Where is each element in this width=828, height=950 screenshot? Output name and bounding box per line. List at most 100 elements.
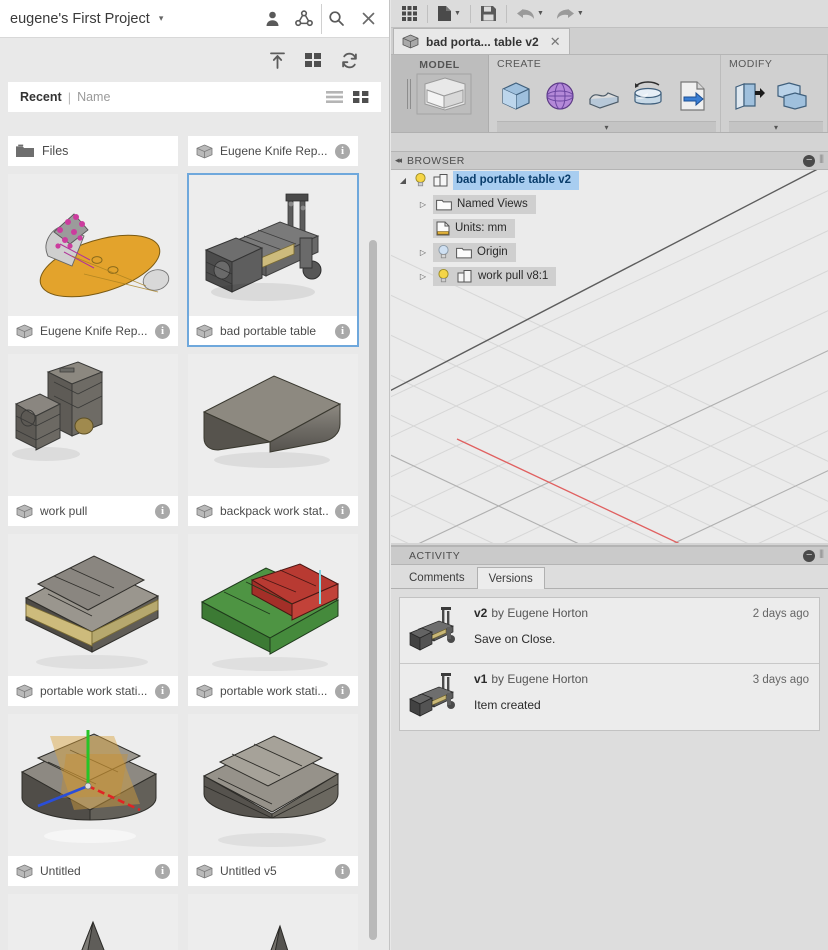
main-area: ▼ ▼ ▼ bad porta... table v2 ✕ MODEL CREA…	[391, 0, 828, 950]
redo-icon[interactable]: ▼	[550, 0, 590, 28]
close-icon[interactable]	[353, 4, 383, 34]
drag-grip[interactable]	[406, 79, 411, 109]
fusion-app-window: eugene's First Project ▾ Recent | Name F…	[0, 0, 828, 950]
tab-versions[interactable]: Versions	[476, 567, 545, 589]
search-icon[interactable]	[321, 3, 351, 34]
upload-icon[interactable]	[265, 48, 289, 72]
grid-cell-item-partial-top[interactable]: Eugene Knife Rep... i	[188, 136, 358, 166]
grid-view-icon[interactable]	[353, 90, 369, 104]
collapse-icon[interactable]: ◂◂	[395, 155, 402, 166]
press-pull-icon[interactable]	[729, 77, 767, 115]
tree-node-named-views[interactable]: ▷ Named Views	[391, 194, 828, 214]
refresh-icon[interactable]	[337, 48, 361, 72]
version-row[interactable]: v1 by Eugene Horton 3 days ago Item crea…	[400, 664, 819, 730]
ribbon-overflow-create[interactable]: ▾	[497, 121, 716, 132]
minimize-icon[interactable]: −	[803, 154, 816, 167]
grid-cell-item[interactable]: Untitled i	[8, 714, 178, 886]
lightbulb-off-icon[interactable]	[436, 244, 451, 260]
item-thumbnail-untitled-axes	[8, 714, 178, 856]
insert-icon[interactable]	[673, 77, 711, 115]
ribbon-group-modify: MODIFY ▾	[721, 55, 828, 132]
item-caption: backpack work stat... i	[188, 496, 358, 526]
info-icon[interactable]: i	[155, 323, 170, 339]
workspace-switcher[interactable]: MODEL	[391, 55, 489, 132]
data-panel-scrollbar[interactable]	[369, 240, 377, 940]
person-icon[interactable]	[257, 4, 287, 34]
list-view-icon[interactable]	[326, 90, 343, 104]
grid-cell-item[interactable]: portable work stati... i	[188, 534, 358, 706]
info-icon[interactable]: i	[335, 503, 350, 519]
tree-node-bad-portable-table[interactable]: ◢ bad portable table v2	[391, 170, 828, 190]
expand-arrow-icon[interactable]: ▷	[417, 272, 429, 281]
grid-view-icon[interactable]	[301, 48, 325, 72]
folder-row[interactable]: Files	[8, 136, 178, 166]
info-icon[interactable]: i	[335, 323, 350, 339]
drag-grip[interactable]: ⦀	[819, 154, 824, 167]
grid-cell-item[interactable]: Eugene Knife Rep... i	[8, 174, 178, 346]
sphere-icon[interactable]	[541, 77, 579, 115]
info-icon[interactable]: i	[155, 683, 170, 699]
tree-node-label-wrap[interactable]: Units: mm	[433, 218, 515, 238]
tree-node-units[interactable]: Units: mm	[391, 218, 828, 238]
cube-icon	[196, 864, 213, 879]
lightbulb-on-icon[interactable]	[413, 172, 428, 188]
item-thumbnail-portable-table	[188, 174, 358, 316]
ribbon-overflow-modify[interactable]: ▾	[729, 121, 823, 132]
tree-node-label-wrap[interactable]: Named Views	[433, 194, 536, 214]
ribbon-group-title: CREATE	[497, 58, 542, 70]
folder-icon	[436, 198, 452, 211]
sort-name-option[interactable]: Name	[77, 90, 110, 104]
tree-node-label-wrap[interactable]: work pull v8:1	[433, 266, 557, 286]
grid-cell-item[interactable]: backpack work stat... i	[188, 354, 358, 526]
grid-cell-item-selected[interactable]: bad portable table i	[187, 173, 359, 347]
grid-cell-folder[interactable]: Files	[8, 136, 178, 166]
close-icon[interactable]: ✕	[550, 34, 561, 50]
tree-node-work-pull[interactable]: ▷ work pull v8:1	[391, 266, 828, 286]
info-icon[interactable]: i	[335, 683, 350, 699]
tree-node-label-wrap[interactable]: Origin	[433, 242, 516, 262]
data-panel-toolbar	[0, 38, 389, 82]
grid-cell-item-partial-bottom[interactable]	[188, 894, 358, 950]
document-tab[interactable]: bad porta... table v2 ✕	[393, 28, 570, 54]
lightbulb-on-icon[interactable]	[436, 268, 451, 284]
item-label: Eugene Knife Rep...	[220, 144, 328, 158]
cube-icon	[196, 504, 213, 519]
minimize-icon[interactable]: −	[803, 549, 816, 562]
tree-node-origin[interactable]: ▷ Origin	[391, 242, 828, 262]
people-group-icon[interactable]	[289, 4, 319, 34]
item-caption: bad portable table i	[188, 316, 358, 346]
revolve-icon[interactable]	[629, 77, 667, 115]
app-grid-icon[interactable]	[395, 0, 424, 28]
item-caption: Untitled v5 i	[188, 856, 358, 886]
info-icon[interactable]: i	[155, 863, 170, 879]
sort-recent-option[interactable]: Recent	[20, 90, 62, 104]
drag-grip[interactable]: ⦀	[819, 549, 824, 562]
grid-cell-item-partial-bottom[interactable]	[8, 894, 178, 950]
chevron-down-icon: ▾	[773, 122, 778, 132]
info-icon[interactable]: i	[155, 503, 170, 519]
info-icon[interactable]: i	[335, 143, 350, 159]
combine-icon[interactable]	[773, 77, 811, 115]
info-icon[interactable]: i	[335, 863, 350, 879]
expand-arrow-icon[interactable]: ▷	[417, 200, 429, 209]
project-title[interactable]: eugene's First Project ▾	[10, 11, 257, 27]
grid-cell-item[interactable]: Untitled v5 i	[188, 714, 358, 886]
tree-node-label-wrap[interactable]: bad portable table v2	[453, 170, 580, 190]
new-file-icon[interactable]: ▼	[431, 0, 467, 28]
version-meta: v1 by Eugene Horton 3 days ago	[474, 672, 809, 686]
save-icon[interactable]	[474, 0, 503, 28]
grid-cell-item[interactable]: portable work stati... i	[8, 534, 178, 706]
ribbon-group-title: MODIFY	[729, 58, 773, 70]
extrude-icon[interactable]	[585, 77, 623, 115]
undo-icon[interactable]: ▼	[510, 0, 550, 28]
expand-arrow-icon[interactable]: ◢	[397, 176, 409, 185]
grid-cell-item[interactable]: work pull i	[8, 354, 178, 526]
version-row[interactable]: v2 by Eugene Horton 2 days ago Save on C…	[400, 598, 819, 664]
chevron-down-icon: ▾	[158, 13, 164, 24]
viewport-3d[interactable]: ◂◂ BROWSER − ⦀ ◢ bad portable table v2 ▷…	[391, 151, 828, 543]
expand-arrow-icon[interactable]: ▷	[417, 248, 429, 257]
tab-comments[interactable]: Comments	[397, 566, 477, 588]
cube-icon	[16, 504, 33, 519]
box-icon[interactable]	[497, 77, 535, 115]
activity-panel: ACTIVITY − ⦀ Comments Versions v2 by Eug…	[391, 545, 828, 950]
